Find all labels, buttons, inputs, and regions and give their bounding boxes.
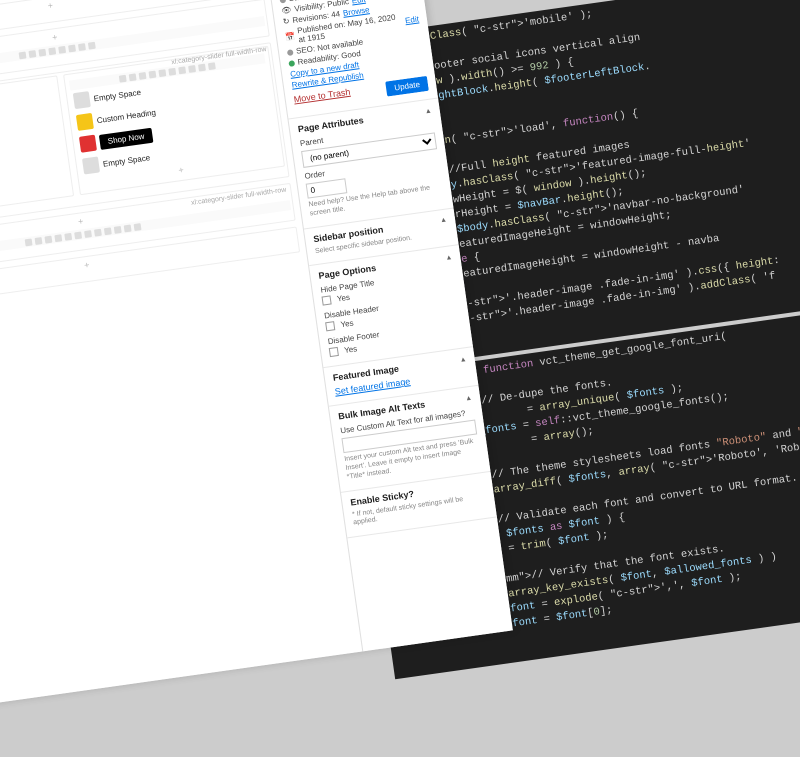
wp-editor: + ✎⧉✕ + ✎⧉✕ xl:category-slider full-widt… xyxy=(0,0,513,712)
disable-footer-checkbox[interactable] xyxy=(329,347,339,357)
collapse-icon[interactable]: ▲ xyxy=(465,394,473,402)
collapse-icon[interactable]: ▲ xyxy=(440,216,448,224)
collapse-icon[interactable]: ▲ xyxy=(424,107,432,115)
collapse-icon[interactable]: ▲ xyxy=(445,254,453,262)
hide-title-checkbox[interactable] xyxy=(322,296,332,306)
order-input[interactable] xyxy=(306,178,348,198)
update-button[interactable]: Update xyxy=(385,76,428,97)
collapse-icon[interactable]: ▲ xyxy=(459,356,467,364)
edit-date-link[interactable]: Edit xyxy=(404,14,419,25)
block-empty-space[interactable]: Empty Space xyxy=(0,118,61,167)
panel-page-attributes: Page Attributes▲ Parent (no parent) Orde… xyxy=(289,99,454,229)
disable-header-checkbox[interactable] xyxy=(325,321,335,331)
